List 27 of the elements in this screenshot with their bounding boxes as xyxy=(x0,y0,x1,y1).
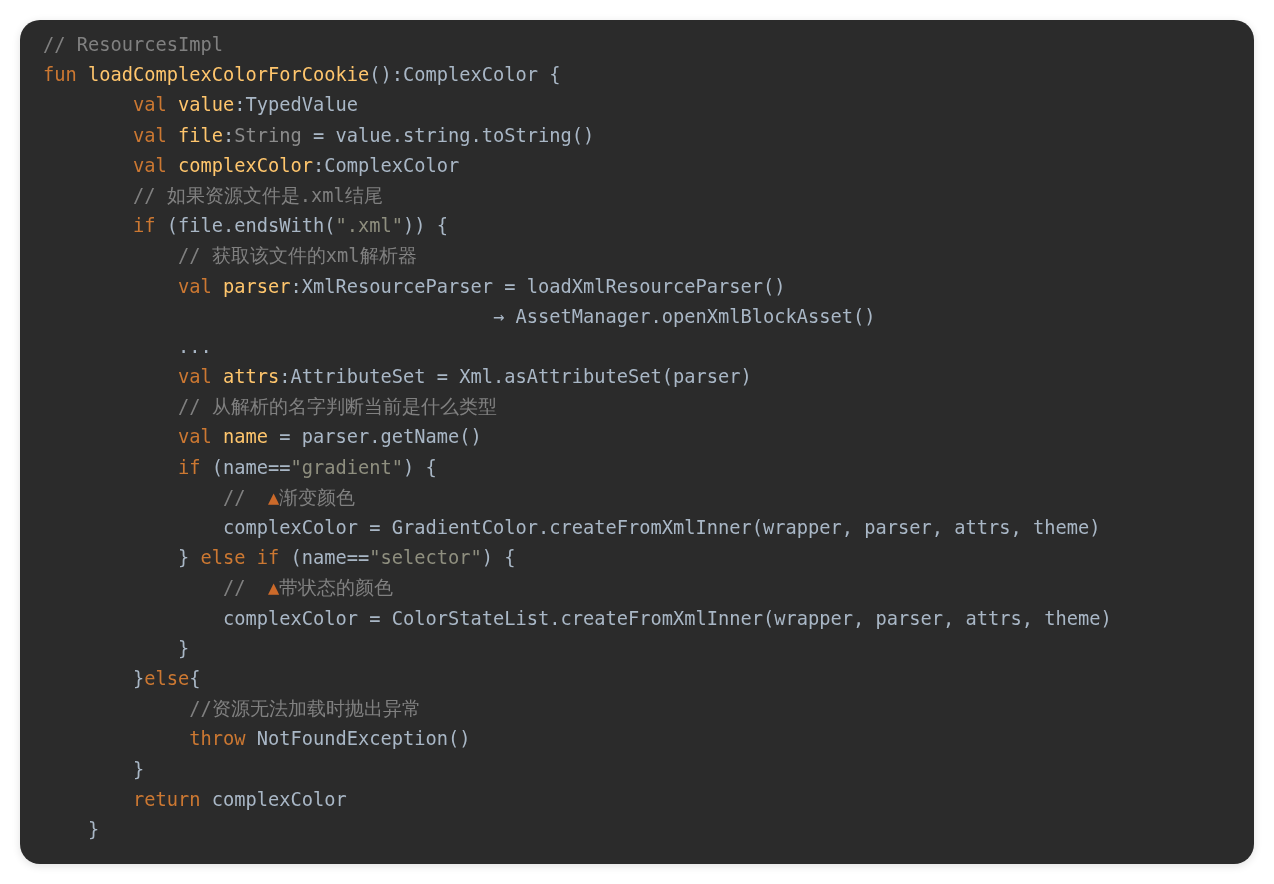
code-line: throw NotFoundException() xyxy=(188,727,471,752)
code-line: val value:TypedValue xyxy=(132,93,359,118)
code-line: val file:String = value.string.toString() xyxy=(132,123,595,148)
code-line: if (file.endsWith(".xml")) { xyxy=(132,214,449,239)
code-line: complexColor = GradientColor.createFromXmlInner(wrapper, parser, attrs, theme) xyxy=(222,516,1101,540)
code-line: if (name=="gradient") { xyxy=(177,455,437,480)
code-line: //资源无法加载时抛出异常 xyxy=(188,697,421,722)
code-line: // 如果资源文件是.xml结尾 xyxy=(132,183,383,208)
code-line: complexColor = ColorStateList.createFromXmlInner(wrapper, parser, attrs, theme) xyxy=(222,606,1112,631)
code-line: } else if (name=="selector") { xyxy=(177,546,516,571)
code-line: val attrs:AttributeSet = Xml.asAttributeSet(parser) xyxy=(177,365,752,390)
code-line: // 从解析的名字判断当前是什么类型 xyxy=(177,395,497,420)
code-line: val name = parser.getName() xyxy=(177,425,482,450)
code-line: // ▲带状态的颜色 xyxy=(222,576,394,601)
code-line: } xyxy=(177,636,190,661)
code-line: val complexColor:ComplexColor xyxy=(132,153,460,178)
code-line: // 获取该文件的xml解析器 xyxy=(177,244,417,269)
code-line: return complexColor xyxy=(132,787,347,812)
code-line: ... xyxy=(177,334,212,359)
code-line: → AssetManager.openXmlBlockAsset() xyxy=(492,304,876,329)
code-line: }else{ xyxy=(132,666,201,691)
code-line: fun loadComplexColorForCookie():ComplexColor { xyxy=(43,63,561,88)
code-line: // ResourcesImpl xyxy=(43,33,223,57)
code-line: // ▲渐变颜色 xyxy=(222,485,356,510)
code-line: } xyxy=(87,817,100,842)
code-line: val parser:XmlResourceParser = loadXmlResourceParser() xyxy=(177,274,786,299)
code-line: } xyxy=(132,757,145,782)
